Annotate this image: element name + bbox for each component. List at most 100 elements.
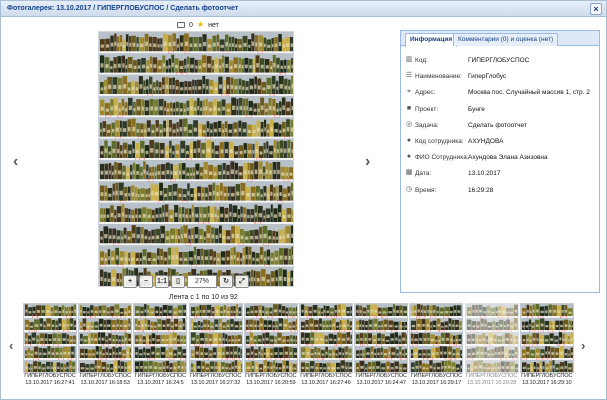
close-button[interactable]: × <box>590 3 602 15</box>
info-row-label: ФИО Сотрудника: <box>415 154 469 162</box>
thumbnail-store: ГИПЕРГЛОБУСПОС <box>410 373 463 379</box>
main-photo[interactable] <box>98 31 294 287</box>
thumbnail-datetime: 13.10.2017 16:27:41 <box>25 379 75 386</box>
star-icon: ★ <box>196 20 205 29</box>
thumbnail-datetime: 13.10.2017 16:24:47 <box>356 379 406 386</box>
info-row-value: ГиперГлобус <box>468 73 507 81</box>
thumbnail-image <box>243 303 298 373</box>
info-row-value: Ахундова Элана Азизовна <box>468 154 548 162</box>
info-tabs: Информация Комментарии (0) и оценка (нет… <box>401 31 599 47</box>
thumbnail-store: ГИПЕРГЛОБУСПОС <box>245 373 297 379</box>
actual-size-button[interactable]: 1:1 <box>155 274 169 288</box>
info-row-label: Проект: <box>415 105 439 113</box>
prev-photo-button[interactable]: ‹ <box>13 154 18 170</box>
thumbnail[interactable]: ГИПЕРГЛОБУСПОС 13.10.2017 16:27:41 <box>23 303 77 386</box>
thumbnail-image <box>78 303 133 373</box>
thumbnail-store: ГИПЕРГЛОБУСПОС <box>24 373 76 379</box>
list-icon: ☰ <box>405 72 413 80</box>
calendar-icon: ▦ <box>405 169 413 177</box>
thumbnail-image <box>519 303 574 373</box>
thumbnail-datetime: 13.10.2017 16:29:28 <box>466 379 517 386</box>
thumbnail[interactable]: ГИПЕРГЛОБУСПОС 13.10.2017 16:20:59 <box>243 303 298 386</box>
thumbnail[interactable]: ГИПЕРГЛОБУСПОС 13.10.2017 16:29:28 <box>464 303 519 386</box>
thumbnail[interactable]: ГИПЕРГЛОБУСПОС 13.10.2017 16:24:47 <box>354 303 409 386</box>
thumbnail-store: ГИПЕРГЛОБУСПОС <box>465 373 518 379</box>
rotate-button[interactable]: ↻ <box>219 274 233 288</box>
info-row: ☰ Наименование: ГиперГлобус <box>401 69 599 85</box>
window-title: Фотогалерея: 13.10.2017 / ГИПЕРГЛОБУСПОС… <box>7 5 239 12</box>
tab-comments-rating[interactable]: Комментарии (0) и оценка (нет) <box>453 33 559 46</box>
thumbnail-image <box>409 303 464 373</box>
thumbnail[interactable]: ГИПЕРГЛОБУСПОС 13.10.2017 16:27:32 <box>188 303 243 386</box>
barcode-icon: ▥ <box>405 56 413 63</box>
thumbnail[interactable]: ГИПЕРГЛОБУСПОС 13.10.2017 16:29:17 <box>409 303 464 386</box>
info-row-value: Сделать фотоотчет <box>468 121 527 129</box>
fit-page-button[interactable]: ▯ <box>171 274 185 288</box>
info-row: ▦ Дата: 13.10.2017 <box>401 166 599 182</box>
thumbnail[interactable]: ГИПЕРГЛОБУСПОС 13.10.2017 16:29:10 <box>519 303 574 386</box>
ribbon-caption: Лента с 1 по 10 из 92 <box>169 294 238 301</box>
thumbnail-image <box>188 303 243 373</box>
info-row-label: Код: <box>415 57 428 64</box>
strip-next-button[interactable]: › <box>581 338 585 354</box>
location-icon: ⌖ <box>407 88 411 96</box>
thumbnail-datetime: 13.10.2017 16:29:17 <box>411 379 462 386</box>
briefcase-icon: ■ <box>406 104 412 112</box>
info-panel: Информация Комментарии (0) и оценка (нет… <box>400 30 600 293</box>
thumbnail-datetime: 13.10.2017 16:24:5 <box>137 379 184 386</box>
thumbnail-store: ГИПЕРГЛОБУСПОС <box>355 373 407 379</box>
tab-information[interactable]: Информация <box>405 33 458 47</box>
info-row: ● Код сотрудника: АХУНДОВА <box>401 134 599 150</box>
thumbnail[interactable]: ГИПЕРГЛОБУСПОС 13.10.2017 16:24:5 <box>133 303 188 386</box>
thumbnail-datetime: 13.10.2017 16:20:59 <box>246 379 296 386</box>
zoom-toolbar: + − 1:1 ▯ 27% ↻ ⤢ <box>123 274 249 288</box>
zoom-in-button[interactable]: + <box>123 274 137 288</box>
info-row-label: Адрес: <box>415 89 436 97</box>
next-photo-button[interactable]: › <box>365 154 370 170</box>
thumbnail-store: ГИПЕРГЛОБУСПОС <box>79 373 131 379</box>
info-row-value: 13.10.2017 <box>468 170 501 178</box>
thumbnail-store: ГИПЕРГЛОБУСПОС <box>189 373 242 379</box>
thumbnail-datetime: 13.10.2017 16:18:53 <box>80 379 130 386</box>
thumbnail-datetime: 13.10.2017 16:27:32 <box>190 379 241 386</box>
comment-icon <box>177 22 185 28</box>
shelf-photo-image <box>99 32 293 286</box>
rating-value: нет <box>208 21 219 29</box>
rotate-icon: ↻ <box>223 277 229 285</box>
info-row-value: ГИПЕРГЛОБУСПОС <box>468 57 530 64</box>
info-row-value: Бунге <box>468 105 485 113</box>
thumbnail-datetime: 13.10.2017 16:27:46 <box>301 379 351 386</box>
zoom-in-icon: + <box>127 277 133 285</box>
fullscreen-icon: ⤢ <box>239 277 245 285</box>
thumbnail-store: ГИПЕРГЛОБУСПОС <box>521 373 573 379</box>
thumbnail-store: ГИПЕРГЛОБУСПОС <box>134 373 187 379</box>
strip-prev-button[interactable]: ‹ <box>9 338 13 354</box>
zoom-out-icon: − <box>143 277 149 285</box>
zoom-level-field[interactable]: 27% <box>187 274 217 288</box>
info-row-label: Дата: <box>415 170 432 178</box>
thumbnail-image <box>354 303 409 373</box>
thumbnail-datetime: 13.10.2017 16:29:10 <box>522 379 572 386</box>
info-row-value: Москва пос. Случайный массив 1, стр. 2 <box>468 89 590 97</box>
page-icon: ▯ <box>176 277 180 285</box>
user-icon: ● <box>406 136 412 144</box>
thumbnail[interactable]: ГИПЕРГЛОБУСПОС 13.10.2017 16:27:46 <box>299 303 353 386</box>
info-row: ■ Проект: Бунге <box>401 102 599 118</box>
thumbnail[interactable]: ГИПЕРГЛОБУСПОС 13.10.2017 16:18:53 <box>78 303 133 386</box>
thumbnail-image <box>464 303 519 373</box>
target-icon: ◎ <box>405 120 413 128</box>
info-row-label: Код сотрудника: <box>415 137 464 145</box>
clock-icon: ◷ <box>405 185 413 193</box>
zoom-out-button[interactable]: − <box>139 274 153 288</box>
thumbnail-image <box>23 303 77 373</box>
thumbnail-store: ГИПЕРГЛОБУСПОС <box>300 373 352 379</box>
info-row-value: АХУНДОВА <box>468 137 504 145</box>
fullscreen-button[interactable]: ⤢ <box>235 274 249 288</box>
info-row: ⌖ Адрес: Москва пос. Случайный массив 1, с… <box>401 85 599 101</box>
info-row: ● ФИО Сотрудника: Ахундова Элана Азизовна <box>401 150 599 166</box>
info-rows: ▥ Код: ГИПЕРГЛОБУСПОС ☰ Наименование: ГиперГл… <box>401 53 599 199</box>
comments-count: 0 <box>189 21 193 29</box>
thumbnail-image <box>133 303 188 373</box>
info-row-label: Наименование: <box>415 73 462 81</box>
user-icon: ● <box>406 153 412 161</box>
